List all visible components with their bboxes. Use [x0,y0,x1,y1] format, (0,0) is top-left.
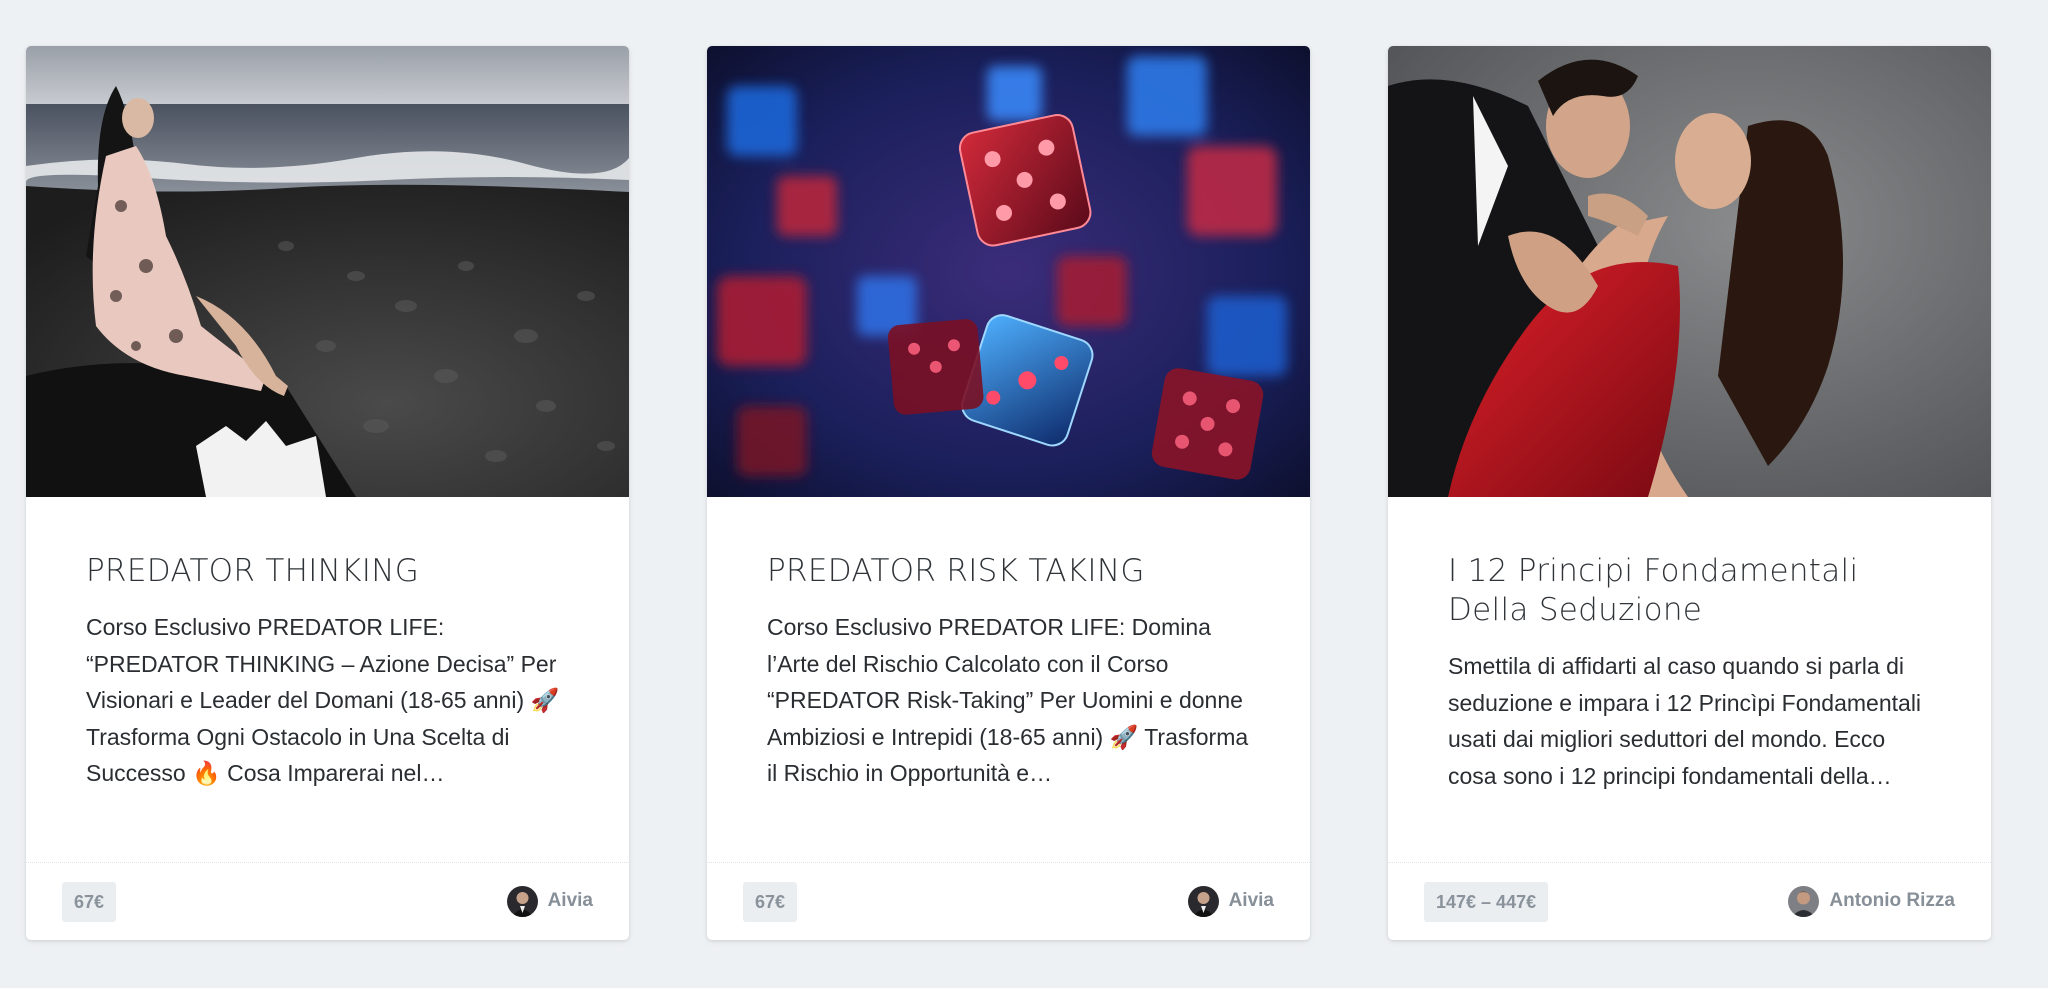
course-card[interactable]: I 12 Principi Fondamentali Della Seduzio… [1388,46,1991,940]
course-description: Corso Esclusivo PREDATOR LIFE: “PREDATOR… [86,614,560,786]
course-thumbnail[interactable] [1388,46,1991,497]
course-thumbnail[interactable] [26,46,629,497]
price-badge: 147€ – 447€ [1424,882,1549,922]
course-title[interactable]: PREDATOR THINKING [86,552,576,591]
author-avatar [1788,885,1820,917]
course-title[interactable]: PREDATOR RISK TAKING [767,552,1257,591]
price-badge: 67€ [743,882,798,922]
course-title[interactable]: I 12 Principi Fondamentali Della Seduzio… [1448,552,1938,630]
author-avatar [506,885,538,917]
author-name[interactable]: Antonio Rizza [1829,890,1955,912]
author-avatar [1187,885,1219,917]
author-name[interactable]: Aivia [548,890,593,912]
dice-image [707,46,1310,497]
course-description: Corso Esclusivo PREDATOR LIFE: Domina l’… [767,614,1249,786]
author-link[interactable]: Antonio Rizza [1788,885,1955,917]
course-card[interactable]: PREDATOR RISK TAKING Corso Esclusivo PRE… [707,46,1310,940]
couple-image [1388,46,1991,497]
author-link[interactable]: Aivia [506,885,593,917]
author-name[interactable]: Aivia [1229,890,1274,912]
author-link[interactable]: Aivia [1187,885,1274,917]
course-description: Smettila di affidarti al caso quando si … [1448,653,1922,789]
beach-woman-image [26,46,629,497]
card-footer: 147€ – 447€ Antonio Rizza [1388,862,1991,940]
price-badge: 67€ [62,882,117,922]
card-footer: 67€ Aivia [26,862,629,940]
course-card[interactable]: PREDATOR THINKING Corso Esclusivo PREDAT… [26,46,629,940]
card-footer: 67€ Aivia [707,862,1310,940]
course-thumbnail[interactable] [707,46,1310,497]
